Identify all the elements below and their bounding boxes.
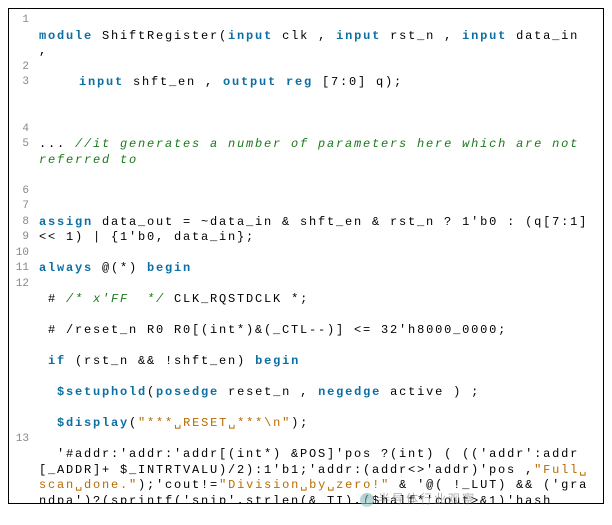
- code-line-8: # /reset_n R0 R0[(int*)&(_CTL--)] <= 32'…: [39, 323, 597, 339]
- lineno: 8: [9, 215, 29, 231]
- code-body: module ShiftRegister(input clk , input r…: [33, 9, 603, 503]
- lineno: 2: [9, 60, 29, 76]
- code-line-7: # /* x'FF */ CLK_RQSTDCLK *;: [39, 292, 597, 308]
- code-line-9: if (rst_n && !shft_en) begin: [39, 354, 597, 370]
- code-line-6: always @(*) begin: [39, 261, 597, 277]
- lineno: 4: [9, 122, 29, 138]
- watermark: 半导体行业观察: [360, 490, 476, 507]
- lineno: 13: [9, 432, 29, 448]
- lineno: 3: [9, 75, 29, 91]
- code-line-10: $setuphold(posedge reset_n , negedge act…: [39, 385, 597, 401]
- lineno: 10: [9, 246, 29, 262]
- code-line-4-blank: [39, 184, 597, 200]
- lineno: 7: [9, 199, 29, 215]
- code-line-3: ... //it generates a number of parameter…: [39, 137, 597, 168]
- watermark-logo-icon: [360, 493, 374, 507]
- code-line-11: $display("***␣RESET␣***\n");: [39, 416, 597, 432]
- code-listing-frame: 1 2 3 4 5 6 7 8 9 10 11 12 13 14 module …: [8, 8, 604, 504]
- code-line-5: assign data_out = ~data_in & shft_en & r…: [39, 215, 597, 246]
- lineno: 1: [9, 13, 29, 29]
- code-line-12: '#addr:'addr:'addr[(int*) &POS]'pos ?(in…: [39, 447, 597, 504]
- code-line-1: module ShiftRegister(input clk , input r…: [39, 29, 597, 60]
- code-line-2-blank: [39, 106, 597, 122]
- code-line-1-cont: input shft_en , output reg [7:0] q);: [39, 75, 597, 91]
- lineno: 12: [9, 277, 29, 293]
- lineno: 5: [9, 137, 29, 153]
- line-number-gutter: 1 2 3 4 5 6 7 8 9 10 11 12 13 14: [9, 9, 33, 503]
- lineno: 9: [9, 230, 29, 246]
- lineno: 6: [9, 184, 29, 200]
- lineno: 11: [9, 261, 29, 277]
- watermark-text: 半导体行业观察: [378, 492, 476, 506]
